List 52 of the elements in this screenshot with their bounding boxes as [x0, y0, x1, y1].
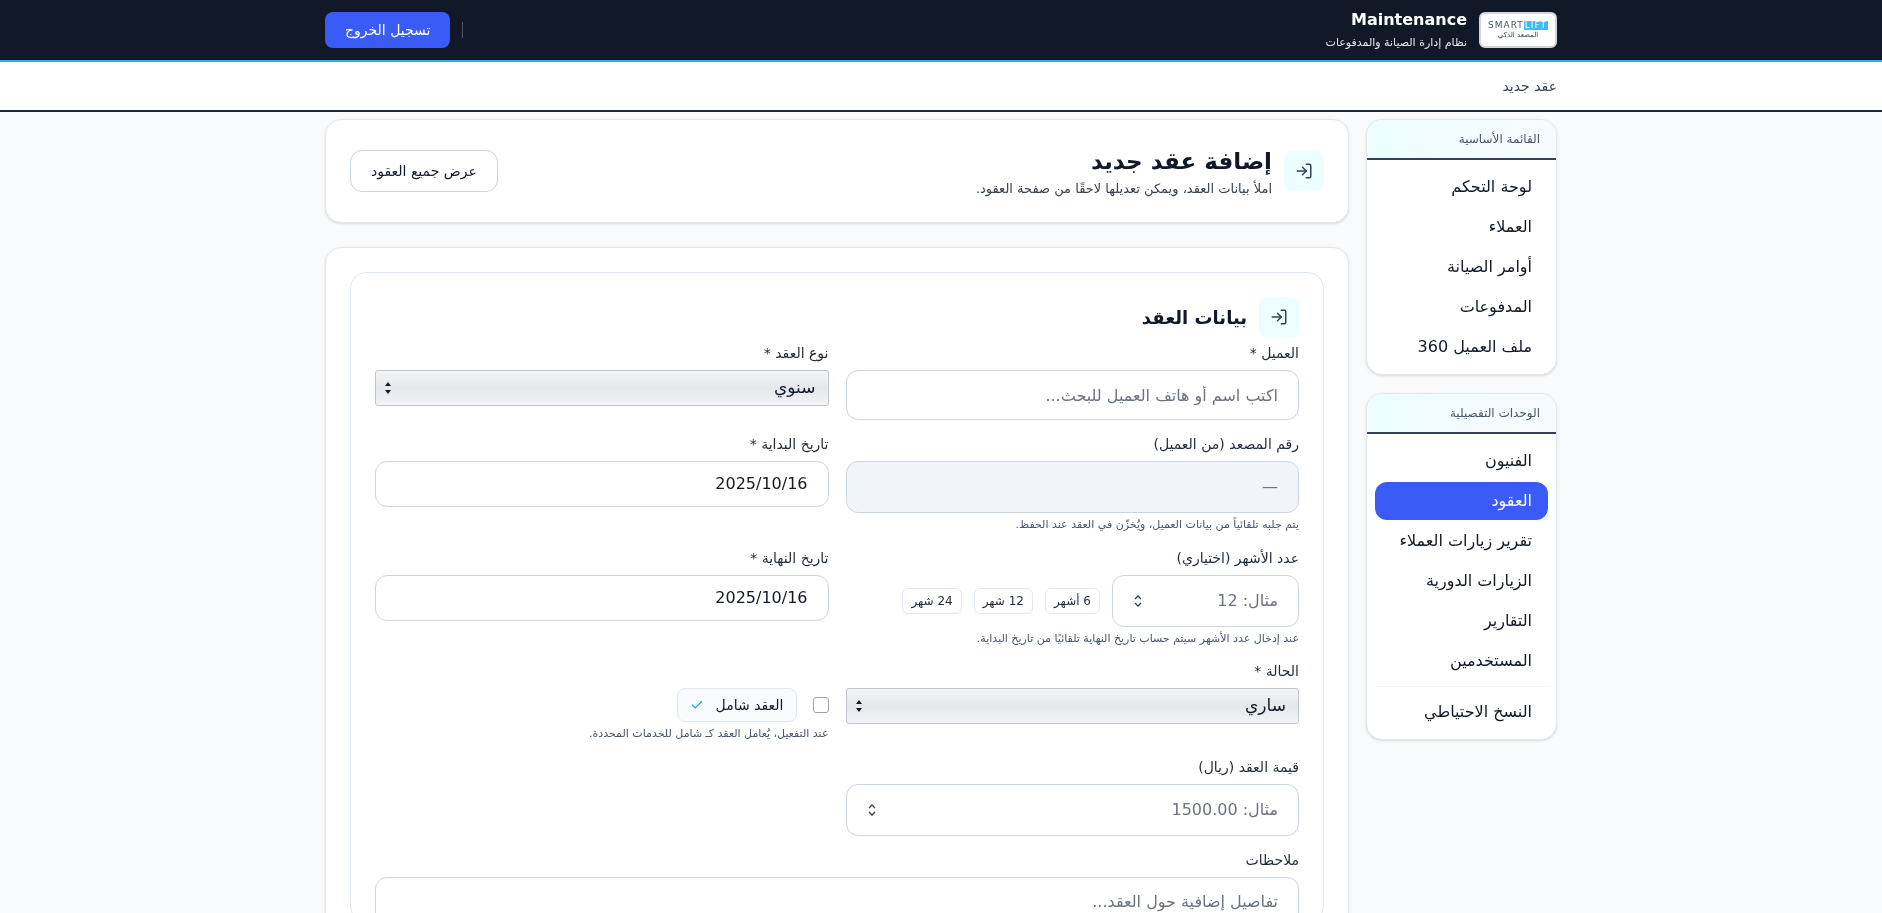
sidebar-item[interactable]: النسخ الاحتياطي: [1375, 693, 1548, 731]
checkbox[interactable]: [812, 697, 829, 713]
select-field[interactable]: ساري: [845, 688, 1299, 724]
sidebar-item[interactable]: المستخدمين: [1375, 642, 1548, 680]
readonly-field: —: [845, 461, 1299, 513]
field-label: ملاحظات: [1245, 850, 1299, 870]
up-down-arrows-icon: [854, 699, 863, 713]
sidebar-item[interactable]: العملاء: [1375, 208, 1548, 246]
sidebar-item[interactable]: الفنيون: [1375, 442, 1548, 480]
sign-in-icon: [1259, 297, 1299, 337]
form-title: بيانات العقد: [1141, 305, 1247, 330]
sidebar-item[interactable]: المدفوعات: [1375, 288, 1548, 326]
field-label: العميل *: [1249, 344, 1299, 363]
check-icon: [689, 698, 704, 712]
sidebar-section-header: القائمة الأساسية: [1367, 120, 1556, 160]
select-field[interactable]: سنوي: [375, 370, 829, 406]
breadcrumb: عقد جديد: [1502, 76, 1557, 96]
sidebar-item[interactable]: أوامر الصيانة: [1375, 248, 1548, 286]
field-label: تاريخ البداية *: [749, 435, 829, 455]
field-label: الحالة *: [1254, 662, 1299, 681]
sidebar-item[interactable]: الزيارات الدورية: [1375, 562, 1548, 600]
view-all-contracts-button[interactable]: عرض جميع العقود: [350, 150, 498, 192]
up-down-arrows-icon: [384, 381, 392, 395]
field-hint: عند التفعيل، يُعامل العقد كـ شامل للخدمات المحددة.: [589, 726, 829, 742]
field-label: رقم المصعد (من العميل): [1153, 435, 1299, 455]
field-label: نوع العقد *: [763, 344, 829, 364]
logout-button[interactable]: تسجيل الخروج: [325, 12, 451, 48]
field-hint: يتم جلبه تلقائياً من بيانات العميل، ويُخزّن في العقد عند الحفظ.: [1015, 517, 1299, 533]
number-field[interactable]: مثال: 12: [1112, 574, 1299, 627]
date-field[interactable]: 2025/10/16: [375, 574, 829, 621]
quick-month-chip[interactable]: 24 شهر: [902, 587, 962, 614]
sidebar-item[interactable]: التقارير: [1375, 602, 1548, 640]
notes-field[interactable]: تفاصيل إضافية حول العقد...: [375, 876, 1299, 913]
sidebar-item[interactable]: تقرير زيارات العملاء: [1375, 522, 1548, 560]
sidebar-item[interactable]: لوحة التحكم: [1375, 168, 1548, 206]
quick-month-chip[interactable]: 6 أشهر: [1045, 587, 1100, 614]
number-field[interactable]: مثال: 1500.00: [845, 783, 1299, 836]
sidebar-section-header: الوحدات التفصيلية: [1367, 394, 1556, 434]
field-hint: عند إدخال عدد الأشهر سيتم حساب تاريخ النهاية تلقائيًا من تاريخ البداية.: [976, 630, 1299, 647]
sign-in-icon: [1284, 151, 1324, 191]
field-label: تاريخ النهاية *: [750, 548, 829, 569]
field-label: قيمة العقد (ريال): [1198, 757, 1299, 777]
quick-month-chip[interactable]: 12 شهر: [973, 587, 1033, 614]
sidebar-item[interactable]: ملف العميل 360: [1375, 328, 1548, 366]
inclusive-label-chip[interactable]: العقد شامل: [676, 688, 797, 722]
page-subtitle: املأ بيانات العقد، ويمكن تعديلها لاحقًا من صفحة العقود.: [975, 179, 1272, 198]
page-title: إضافة عقد جديد: [1089, 147, 1272, 177]
app-subtitle: نظام إدارة الصيانة والمدفوعات: [1325, 35, 1467, 52]
app-title: Maintenance: [1351, 9, 1467, 32]
field-label: عدد الأشهر (اختياري): [1176, 548, 1299, 569]
date-field[interactable]: 2025/10/16: [375, 461, 829, 507]
sidebar-item[interactable]: العقود: [1375, 482, 1548, 520]
